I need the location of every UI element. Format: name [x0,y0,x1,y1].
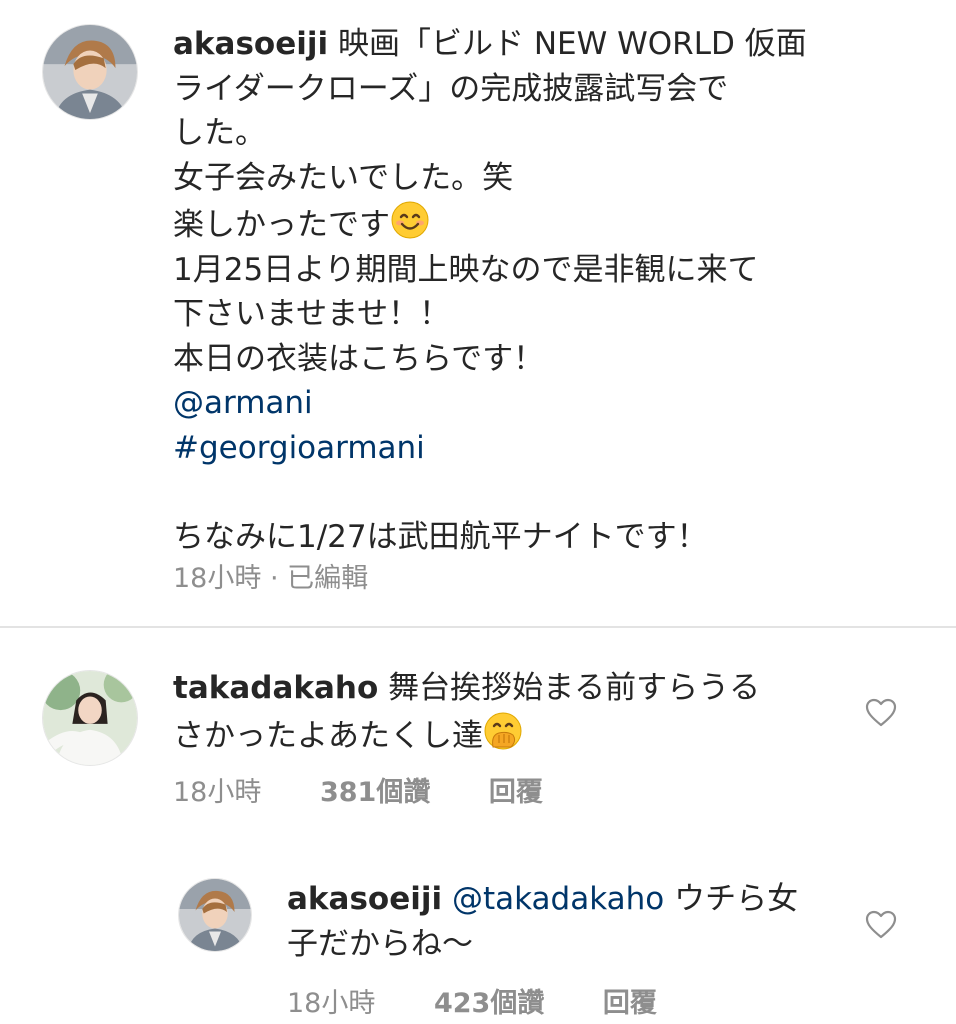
comment-username[interactable]: takadakaho [173,670,378,706]
caption-line: 楽しかったです [173,207,390,243]
like-heart-icon[interactable] [865,910,897,940]
reply-mention-link[interactable]: @takadakaho [452,881,664,917]
caption-line: 1月25日より期間上映なので是非観に来て [173,251,759,288]
caption-timestamp[interactable]: 18小時 [173,563,261,594]
divider [0,626,956,628]
comment-meta: 18小時 423個讚 回覆 [287,981,657,1020]
comment-text: takadakaho 舞台挨拶始まる前すらうる さかったよあたくし達 [173,666,853,758]
smiling-face-emoji-icon [391,201,429,239]
avatar[interactable] [178,878,252,952]
comment-timestamp[interactable]: 18小時 [287,988,375,1019]
likes-count[interactable]: 381個讚 [320,777,430,808]
caption-line: 映画「ビルド NEW WORLD 仮面 [337,26,807,62]
avatar[interactable] [42,24,138,120]
reply-text: akasoeiji @takadakaho ウチら女 子だからね〜 [287,877,847,966]
comment-line: 子だからね〜 [287,925,473,962]
caption-line: した。 [173,115,266,151]
face-with-hand-over-mouth-emoji-icon [484,712,522,749]
reply-button[interactable]: 回覆 [489,777,543,808]
like-heart-icon[interactable] [865,698,897,728]
caption-line: 下さいませませ！！ [173,296,451,332]
caption-footer-line: ちなみに1/27は武田航平ナイトです！ [173,518,708,555]
caption-meta: 18小時 · 已編輯 [173,556,368,595]
avatar[interactable] [42,670,138,766]
edited-label: 已編輯 [287,563,369,594]
reply-button[interactable]: 回覆 [603,988,657,1019]
comment-line: ウチら女 [674,881,799,917]
likes-count[interactable]: 423個讚 [434,988,544,1019]
caption-line: 女子会みたいでした。笑 [173,159,514,196]
caption-text: akasoeiji 映画「ビルド NEW WORLD 仮面 ライダークローズ」の… [173,22,933,559]
comment-meta: 18小時 381個讚 回覆 [173,770,543,809]
comment-timestamp[interactable]: 18小時 [173,777,261,808]
caption-username[interactable]: akasoeiji [173,26,328,62]
caption-line: 本日の衣装はこちらです！ [173,340,545,377]
comment-line: 舞台挨拶始まる前すらうる [388,670,761,706]
meta-separator: · [269,563,279,594]
comment-line: さかったよあたくし達 [173,717,483,754]
mention-link[interactable]: @armani [173,381,933,426]
caption-line: ライダークローズ」の完成披露試写会で [173,70,729,107]
comment-username[interactable]: akasoeiji [287,881,442,917]
hashtag-link[interactable]: #georgioarmani [173,426,933,471]
